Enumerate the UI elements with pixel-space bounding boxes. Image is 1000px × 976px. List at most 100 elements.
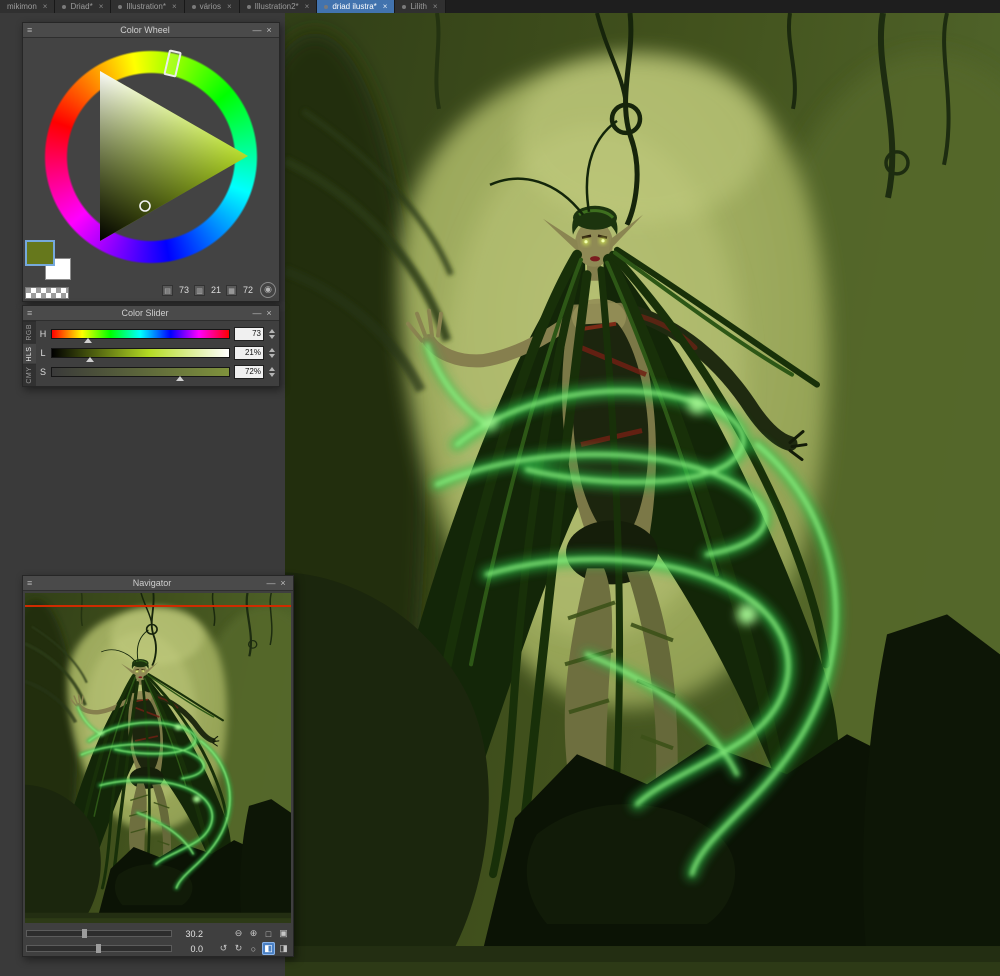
saturation-value-field[interactable]: 72% xyxy=(234,364,264,379)
rotation-slider-thumb[interactable] xyxy=(96,944,101,953)
tab-close-icon[interactable]: × xyxy=(305,0,310,13)
rotation-value: 0.0 xyxy=(190,943,203,954)
actual-size-icon[interactable]: ▣ xyxy=(277,927,290,940)
hue-spinner[interactable] xyxy=(268,328,275,339)
luminosity-slider[interactable] xyxy=(51,347,230,362)
panel-title: Color Slider xyxy=(121,308,169,318)
luminosity-slider-marker[interactable] xyxy=(86,356,95,362)
navigator-titlebar: ≡ Navigator — × xyxy=(23,576,293,591)
hue-slider[interactable] xyxy=(51,328,230,343)
tab-close-icon[interactable]: × xyxy=(433,0,438,13)
saturation-readout-value: 72 xyxy=(242,285,253,295)
tab-label: mikimon xyxy=(7,2,37,11)
close-icon[interactable]: × xyxy=(277,578,289,588)
color-slider-panel: ≡ Color Slider — × RGB HLS CMY H 73 L 21… xyxy=(22,305,280,387)
tab-close-icon[interactable]: × xyxy=(172,0,177,13)
navigator-thumbnail[interactable] xyxy=(25,593,291,923)
saturation-slider-marker[interactable] xyxy=(176,375,185,381)
close-icon[interactable]: × xyxy=(263,308,275,318)
zoom-slider[interactable] xyxy=(26,929,172,938)
transparent-color-swatch[interactable] xyxy=(25,287,69,299)
document-tabbar: mikimon × Driad* × Illustration* × vário… xyxy=(0,0,1000,13)
zoom-out-icon[interactable]: ⊖ xyxy=(232,927,245,940)
tab-varios[interactable]: vários × xyxy=(184,0,240,13)
rotation-row: 0.0 ↺ ↻ ○ ◧ ◨ xyxy=(26,942,290,956)
tab-modified-dot xyxy=(191,4,196,9)
tab-hls[interactable]: HLS xyxy=(23,342,36,365)
zoom-slider-thumb[interactable] xyxy=(81,929,87,938)
canvas-artwork[interactable] xyxy=(285,13,1000,976)
color-mode-icon[interactable]: ◉ xyxy=(260,282,276,298)
minimize-icon[interactable]: — xyxy=(251,308,263,318)
navigator-preview[interactable] xyxy=(25,593,291,923)
zoom-in-icon[interactable]: ⊕ xyxy=(247,927,260,940)
tab-close-icon[interactable]: × xyxy=(43,0,48,13)
tab-label: Illustration2* xyxy=(254,2,299,11)
tab-label: vários xyxy=(199,2,221,11)
tab-label: Illustration* xyxy=(126,2,166,11)
navigator-view-indicator[interactable] xyxy=(25,605,291,607)
color-slider-titlebar: ≡ Color Slider — × xyxy=(23,306,279,321)
luminosity-spinner[interactable] xyxy=(268,347,275,358)
minimize-icon[interactable]: — xyxy=(265,578,277,588)
luminosity-readout-icon: ▥ xyxy=(194,284,205,296)
luminosity-readout-value: 21 xyxy=(210,285,221,295)
panel-menu-icon[interactable]: ≡ xyxy=(27,25,39,35)
tab-modified-dot xyxy=(402,4,407,9)
close-icon[interactable]: × xyxy=(263,25,275,35)
navigator-controls: 30.2 ⊖ ⊕ □ ▣ 0.0 ↺ ↻ ○ ◧ ◨ xyxy=(23,925,293,957)
rotation-slider[interactable] xyxy=(26,944,172,953)
flip-vertical-icon[interactable]: ◨ xyxy=(277,942,290,955)
luminosity-slider-label: L xyxy=(40,347,46,358)
color-wheel-body: ▤ 73 ▥ 21 ▦ 72 ◉ xyxy=(23,38,279,301)
panel-title: Navigator xyxy=(132,578,172,588)
tab-driad[interactable]: Driad* × xyxy=(55,0,112,13)
panel-menu-icon[interactable]: ≡ xyxy=(27,578,39,588)
tab-rgb[interactable]: RGB xyxy=(23,321,36,343)
rotate-cw-icon[interactable]: ↻ xyxy=(232,942,245,955)
rotate-ccw-icon[interactable]: ↺ xyxy=(217,942,230,955)
tab-illustration2[interactable]: Illustration2* × xyxy=(239,0,318,13)
tab-close-icon[interactable]: × xyxy=(383,0,388,13)
hue-slider-label: H xyxy=(39,328,47,339)
color-readouts: ▤ 73 ▥ 21 ▦ 72 ◉ xyxy=(162,282,276,298)
zoom-value: 30.2 xyxy=(185,928,203,939)
tab-mikimon[interactable]: mikimon × xyxy=(0,0,56,13)
tab-label: driad ilustra* xyxy=(332,2,377,11)
saturation-slider-label: S xyxy=(39,366,46,377)
hue-readout-value: 73 xyxy=(178,285,189,295)
tab-modified-dot xyxy=(324,4,329,9)
tab-modified-dot xyxy=(62,4,67,9)
primary-color-swatch[interactable] xyxy=(25,240,55,266)
tab-illustration[interactable]: Illustration* × xyxy=(111,0,185,13)
color-wheel-panel: ≡ Color Wheel — × ▤ 73 ▥ 21 ▦ 72 ◉ xyxy=(22,22,280,302)
sv-triangle[interactable] xyxy=(44,50,258,264)
tab-cmy[interactable]: CMY xyxy=(23,364,36,387)
hue-readout-icon: ▤ xyxy=(162,284,173,296)
minimize-icon[interactable]: — xyxy=(251,25,263,35)
saturation-spinner[interactable] xyxy=(268,366,275,377)
flip-horizontal-icon[interactable]: ◧ xyxy=(262,942,275,955)
luminosity-slider-row: L 21% xyxy=(39,344,275,362)
navigator-panel: ≡ Navigator — × 30.2 ⊖ ⊕ □ ▣ 0.0 ↺ ↻ ○ ◧… xyxy=(22,575,294,957)
reset-rotation-icon[interactable]: ○ xyxy=(247,942,260,955)
tab-lilith[interactable]: Lilith × xyxy=(395,0,446,13)
hue-slider-marker[interactable] xyxy=(84,337,93,343)
panel-title: Color Wheel xyxy=(120,25,170,35)
tab-label: Driad* xyxy=(70,2,93,11)
tab-close-icon[interactable]: × xyxy=(99,0,104,13)
color-wheel-titlebar: ≡ Color Wheel — × xyxy=(23,23,279,38)
workspace: ≡ Color Wheel — × ▤ 73 ▥ 21 ▦ 72 ◉ ≡ Col… xyxy=(0,13,1000,976)
tab-close-icon[interactable]: × xyxy=(227,0,232,13)
tab-driad-ilustra[interactable]: driad ilustra* × xyxy=(317,0,396,13)
hue-value-field[interactable]: 73 xyxy=(234,326,264,341)
hue-slider-row: H 73 xyxy=(39,325,275,343)
panel-menu-icon[interactable]: ≡ xyxy=(27,308,39,318)
saturation-slider-row: S 72% xyxy=(39,363,275,381)
tab-label: Lilith xyxy=(410,2,427,11)
color-mode-tabs: RGB HLS CMY xyxy=(23,321,36,387)
luminosity-value-field[interactable]: 21% xyxy=(234,345,264,360)
zoom-row: 30.2 ⊖ ⊕ □ ▣ xyxy=(26,927,290,941)
saturation-slider[interactable] xyxy=(51,366,230,381)
fit-to-window-icon[interactable]: □ xyxy=(262,927,275,940)
